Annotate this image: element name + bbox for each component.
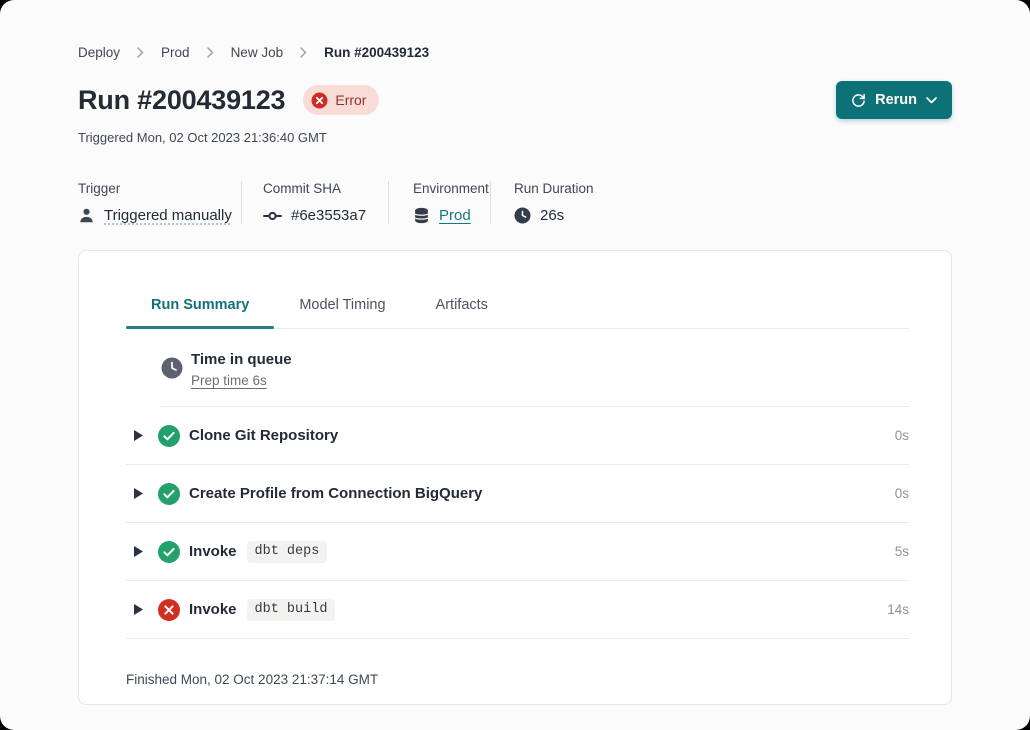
chevron-right-icon	[300, 47, 307, 58]
git-commit-icon	[263, 210, 282, 222]
step-label: Invoke	[189, 601, 237, 618]
person-icon	[78, 207, 95, 224]
environment-link[interactable]: Prod	[439, 207, 471, 224]
breadcrumb-new-job[interactable]: New Job	[231, 45, 284, 60]
caret-right-icon[interactable]	[134, 488, 143, 499]
step-label: Create Profile from Connection BigQuery	[189, 485, 482, 502]
meta-trigger-label: Trigger	[78, 181, 241, 196]
run-summary-card: Run Summary Model Timing Artifacts Time …	[78, 250, 952, 705]
title-row: Run #200439123 Error Rerun	[0, 81, 1030, 119]
caret-right-icon[interactable]	[134, 546, 143, 557]
time-in-queue-row: Time in queue Prep time 6s	[161, 329, 909, 407]
clock-icon	[514, 207, 531, 224]
trigger-value[interactable]: Triggered manually	[104, 207, 232, 224]
breadcrumb-deploy[interactable]: Deploy	[78, 45, 120, 60]
status-badge-label: Error	[335, 92, 366, 108]
database-icon	[413, 207, 430, 224]
clock-icon	[161, 357, 183, 379]
step-duration: 14s	[887, 602, 909, 617]
run-duration-value: 26s	[540, 207, 564, 224]
success-check-icon	[158, 425, 180, 447]
finished-timestamp: Finished Mon, 02 Oct 2023 21:37:14 GMT	[126, 639, 909, 687]
status-badge: Error	[303, 85, 379, 115]
chevron-right-icon	[137, 47, 144, 58]
step-row-dbt-deps[interactable]: Invoke dbt deps 5s	[126, 523, 909, 581]
breadcrumb-current-run: Run #200439123	[324, 45, 429, 60]
step-label: Invoke	[189, 543, 237, 560]
step-row-clone-git[interactable]: Clone Git Repository 0s	[126, 407, 909, 465]
meta-commit-label: Commit SHA	[263, 181, 388, 196]
meta-environment: Environment Prod	[389, 181, 490, 224]
breadcrumb-prod[interactable]: Prod	[161, 45, 190, 60]
step-duration: 5s	[895, 544, 909, 559]
prep-time-link[interactable]: Prep time 6s	[191, 373, 292, 388]
step-duration: 0s	[895, 428, 909, 443]
triggered-timestamp: Triggered Mon, 02 Oct 2023 21:36:40 GMT	[0, 130, 1030, 145]
tab-artifacts[interactable]: Artifacts	[411, 297, 513, 328]
commit-sha-value: #6e3553a7	[291, 207, 366, 224]
run-detail-page: Deploy Prod New Job Run #200439123 Run #…	[0, 0, 1030, 730]
chevron-down-icon	[926, 97, 937, 104]
tabs: Run Summary Model Timing Artifacts	[126, 297, 909, 329]
step-row-create-profile[interactable]: Create Profile from Connection BigQuery …	[126, 465, 909, 523]
meta-commit: Commit SHA #6e3553a7	[242, 181, 388, 224]
error-circle-icon	[158, 599, 180, 621]
meta-duration: Run Duration 26s	[491, 181, 594, 224]
meta-trigger: Trigger Triggered manually	[78, 181, 241, 224]
step-command-chip: dbt build	[247, 599, 336, 621]
step-command-chip: dbt deps	[247, 541, 328, 563]
caret-right-icon[interactable]	[134, 430, 143, 441]
page-title: Run #200439123	[78, 85, 285, 116]
error-circle-icon	[311, 92, 328, 109]
step-duration: 0s	[895, 486, 909, 501]
run-meta-row: Trigger Triggered manually Commit SHA #6…	[0, 181, 1030, 224]
time-in-queue-title: Time in queue	[191, 351, 292, 368]
refresh-icon	[851, 93, 866, 108]
step-label: Clone Git Repository	[189, 427, 338, 444]
success-check-icon	[158, 541, 180, 563]
rerun-button-label: Rerun	[875, 92, 917, 108]
tab-run-summary[interactable]: Run Summary	[126, 297, 274, 328]
meta-duration-label: Run Duration	[514, 181, 594, 196]
meta-environment-label: Environment	[413, 181, 490, 196]
step-row-dbt-build[interactable]: Invoke dbt build 14s	[126, 581, 909, 639]
caret-right-icon[interactable]	[134, 604, 143, 615]
chevron-right-icon	[207, 47, 214, 58]
tab-model-timing[interactable]: Model Timing	[274, 297, 410, 328]
success-check-icon	[158, 483, 180, 505]
breadcrumb: Deploy Prod New Job Run #200439123	[0, 0, 1030, 60]
rerun-button[interactable]: Rerun	[836, 81, 952, 119]
